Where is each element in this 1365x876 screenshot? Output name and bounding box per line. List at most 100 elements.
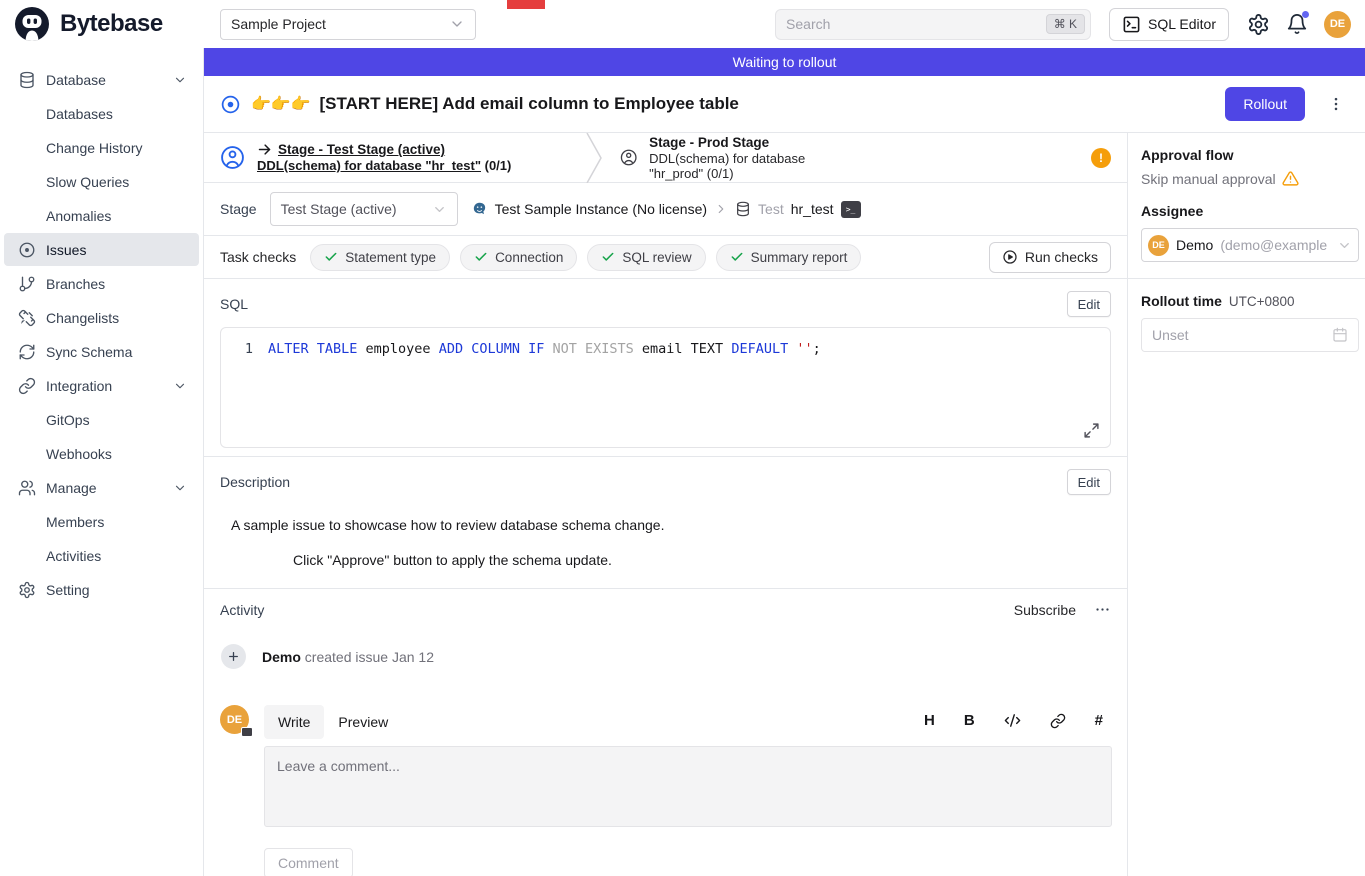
- sql-editor-button[interactable]: SQL Editor: [1109, 8, 1229, 41]
- sidebar-item-anomalies[interactable]: Anomalies: [4, 199, 199, 232]
- top-bar-controls: Sample Project ⌘ K SQL Editor DE: [204, 0, 1365, 48]
- rollout-button[interactable]: Rollout: [1225, 87, 1305, 121]
- stage-card-prod[interactable]: Stage - Prod Stage DDL(schema) for datab…: [604, 133, 1127, 182]
- composer-tabs: Write Preview: [264, 705, 924, 739]
- issue-title: 👉👉👉 [START HERE] Add email column to Emp…: [251, 94, 1215, 114]
- check-icon: [474, 250, 488, 264]
- stage-pipeline: Stage - Test Stage (active) DDL(schema) …: [204, 133, 1127, 183]
- subscribe-button[interactable]: Subscribe: [1014, 602, 1076, 618]
- expand-editor-button[interactable]: [1083, 422, 1100, 439]
- comment-submit-button[interactable]: Comment: [264, 848, 353, 876]
- activity-section: Activity Subscribe: [204, 589, 1127, 677]
- tab-write[interactable]: Write: [264, 705, 324, 739]
- sidebar-item-integration[interactable]: Integration: [4, 369, 199, 402]
- status-banner: Waiting to rollout: [204, 48, 1365, 76]
- description-text: A sample issue to showcase how to review…: [231, 517, 1111, 533]
- assignee-name: Demo: [1176, 237, 1213, 253]
- commenter-avatar: DE: [220, 705, 249, 734]
- sidebar-item-sync-schema[interactable]: Sync Schema: [4, 335, 199, 368]
- plus-icon: [221, 644, 246, 669]
- run-checks-button[interactable]: Run checks: [989, 242, 1111, 273]
- open-sql-editor-icon[interactable]: >_: [841, 201, 861, 218]
- rollout-time-label: Rollout time: [1141, 293, 1222, 309]
- divider: [1128, 278, 1365, 279]
- check-sql-review[interactable]: SQL review: [587, 244, 705, 271]
- warning-triangle-icon: [1282, 170, 1299, 187]
- environment-label: Test: [758, 201, 784, 217]
- comment-input[interactable]: [264, 746, 1112, 827]
- stage-test-title: Stage - Test Stage (active): [278, 142, 445, 157]
- description-section: Description Edit A sample issue to showc…: [204, 457, 1127, 589]
- sql-section: SQL Edit 1 ALTER TABLE employee ADD COLU…: [204, 279, 1127, 457]
- branch-icon: [18, 275, 36, 293]
- notifications-button[interactable]: [1286, 13, 1308, 35]
- assignee-select[interactable]: DE Demo (demo@example: [1141, 228, 1359, 262]
- project-select-value: Sample Project: [231, 16, 326, 32]
- search-box[interactable]: ⌘ K: [775, 9, 1091, 40]
- sidebar-item-database[interactable]: Database: [4, 63, 199, 96]
- stage-prod-warning-badge: !: [1091, 148, 1111, 168]
- sidebar-item-changelists[interactable]: Changelists: [4, 301, 199, 334]
- database-link[interactable]: hr_test: [791, 201, 834, 217]
- issue-menu-button[interactable]: [1323, 91, 1349, 117]
- issue-status-icon: [220, 94, 241, 115]
- user-avatar[interactable]: DE: [1324, 11, 1351, 38]
- sidebar-item-members[interactable]: Members: [4, 505, 199, 538]
- hash-format-button[interactable]: #: [1095, 712, 1103, 729]
- stage-separator: [586, 133, 604, 182]
- ellipsis-icon: [1094, 601, 1111, 618]
- database-icon: [735, 201, 751, 217]
- postgres-icon: [471, 201, 488, 218]
- sidebar-item-webhooks[interactable]: Webhooks: [4, 437, 199, 470]
- stage-card-test[interactable]: Stage - Test Stage (active) DDL(schema) …: [204, 133, 586, 182]
- timezone-label: UTC+0800: [1229, 294, 1295, 309]
- sql-code-editor[interactable]: 1 ALTER TABLE employee ADD COLUMN IF NOT…: [220, 327, 1111, 448]
- sidebar-item-change-history[interactable]: Change History: [4, 131, 199, 164]
- description-edit-button[interactable]: Edit: [1067, 469, 1111, 495]
- bold-format-button[interactable]: B: [964, 712, 975, 729]
- line-number: 1: [221, 341, 253, 357]
- stage-user-icon: [620, 145, 637, 170]
- settings-button[interactable]: [1247, 13, 1270, 36]
- sidebar-item-databases[interactable]: Databases: [4, 97, 199, 130]
- chevron-down-icon: [173, 379, 187, 393]
- kebab-menu-icon: [1327, 95, 1345, 113]
- check-statement-type[interactable]: Statement type: [310, 244, 450, 271]
- chevron-down-icon: [1337, 238, 1352, 253]
- instance-link[interactable]: Test Sample Instance (No license): [495, 201, 707, 217]
- approval-flow-label: Approval flow: [1141, 147, 1359, 163]
- stage-prod-title: Stage - Prod Stage: [649, 135, 819, 150]
- sidebar-item-activities[interactable]: Activities: [4, 539, 199, 572]
- project-select[interactable]: Sample Project: [220, 9, 476, 40]
- database-icon: [18, 71, 36, 89]
- bytebase-logo[interactable]: Bytebase: [0, 0, 204, 48]
- check-summary-report[interactable]: Summary report: [716, 244, 862, 271]
- activity-description: created issue Jan 12: [301, 649, 434, 665]
- code-format-button[interactable]: [1004, 712, 1021, 729]
- calendar-icon: [1332, 327, 1348, 343]
- search-input[interactable]: [786, 16, 1046, 32]
- check-connection[interactable]: Connection: [460, 244, 577, 271]
- play-circle-icon: [1002, 249, 1018, 265]
- notification-dot: [1302, 11, 1309, 18]
- sidebar-item-setting[interactable]: Setting: [4, 573, 199, 606]
- format-toolbar: H B #: [924, 712, 1111, 729]
- link-format-button[interactable]: [1050, 713, 1066, 729]
- bytebase-logo-icon: [12, 4, 52, 44]
- chevron-right-icon: [714, 202, 728, 216]
- sidebar-item-manage[interactable]: Manage: [4, 471, 199, 504]
- link-icon: [1050, 713, 1066, 729]
- sidebar-item-slow-queries[interactable]: Slow Queries: [4, 165, 199, 198]
- tab-preview[interactable]: Preview: [324, 705, 402, 739]
- stage-select[interactable]: Test Stage (active): [270, 192, 458, 226]
- activity-menu-button[interactable]: [1094, 601, 1111, 618]
- sidebar-item-branches[interactable]: Branches: [4, 267, 199, 300]
- sql-edit-button[interactable]: Edit: [1067, 291, 1111, 317]
- description-text: Click "Approve" button to apply the sche…: [293, 552, 1111, 568]
- sidebar-item-issues[interactable]: Issues: [4, 233, 199, 266]
- heading-format-button[interactable]: H: [924, 712, 935, 729]
- users-icon: [18, 479, 36, 497]
- task-checks-bar: Task checks Statement type Connection SQ…: [204, 235, 1127, 279]
- sidebar-item-gitops[interactable]: GitOps: [4, 403, 199, 436]
- rollout-time-input[interactable]: Unset: [1141, 318, 1359, 352]
